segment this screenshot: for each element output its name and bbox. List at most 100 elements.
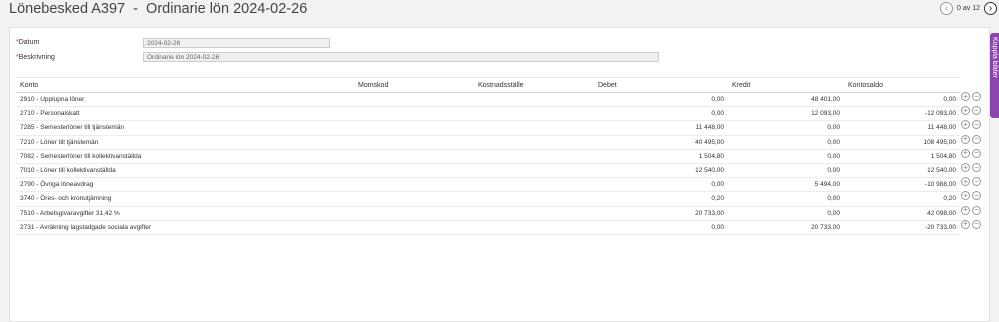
cell-debet[interactable]: 0,00 xyxy=(594,92,728,108)
cell-momskod[interactable] xyxy=(354,135,474,150)
cell-konto[interactable]: 2710 - Personalskatt xyxy=(16,106,354,122)
remove-row-icon[interactable]: − xyxy=(972,177,981,187)
cell-kredit[interactable]: 0,00 xyxy=(728,120,844,136)
cell-debet[interactable]: 0,00 xyxy=(594,220,728,235)
column-konto[interactable]: Konto xyxy=(16,77,354,93)
cell-kostnadsstalle[interactable] xyxy=(474,120,594,136)
remove-row-icon[interactable]: − xyxy=(972,205,981,215)
cell-kontosaldo[interactable]: -10 988,00 xyxy=(844,177,960,193)
table-row[interactable]: 3740 - Öres- och kronutjämning 0,20 0,00 0,… xyxy=(16,191,960,207)
cell-konto[interactable]: 7082 - Semesterlöner till kollektivanstä… xyxy=(16,149,354,164)
remove-row-icon[interactable]: − xyxy=(972,219,981,229)
add-row-icon[interactable]: + xyxy=(961,163,970,172)
cell-konto[interactable]: 2910 - Upplupna löner xyxy=(16,92,354,108)
column-kredit[interactable]: Kredit xyxy=(728,77,844,93)
cell-konto[interactable]: 7510 - Arbetsgivaravgifter 31,42 % xyxy=(16,206,354,221)
cell-debet[interactable]: 0,00 xyxy=(594,106,728,122)
column-debet[interactable]: Debet xyxy=(594,77,728,93)
add-row-icon[interactable]: + xyxy=(961,106,970,116)
cell-kostnadsstalle[interactable] xyxy=(474,220,594,235)
remove-row-icon[interactable]: − xyxy=(972,120,981,130)
remove-row-icon[interactable]: − xyxy=(972,191,981,201)
cell-momskod[interactable] xyxy=(354,206,474,221)
cell-kredit[interactable]: 0,00 xyxy=(728,149,844,164)
table-row[interactable]: 7010 - Löner till kollektivanställda 12 5… xyxy=(16,163,960,179)
cell-kostnadsstalle[interactable] xyxy=(474,149,594,164)
cell-debet[interactable]: 20 733,00 xyxy=(594,206,728,221)
add-row-icon[interactable]: + xyxy=(961,177,970,187)
cell-kredit[interactable]: 0,00 xyxy=(728,191,844,207)
cell-kostnadsstalle[interactable] xyxy=(474,177,594,193)
add-row-icon[interactable]: + xyxy=(961,205,970,215)
cell-momskod[interactable] xyxy=(354,149,474,164)
next-page-button[interactable]: › xyxy=(984,2,997,15)
cell-konto[interactable]: 7210 - Löner till tjänstemän xyxy=(16,135,354,150)
cell-kredit[interactable]: 12 093,00 xyxy=(728,106,844,122)
cell-konto[interactable]: 2731 - Avräkning lagstadgade sociala avg… xyxy=(16,220,354,235)
add-row-icon[interactable]: + xyxy=(961,191,970,201)
table-row[interactable]: 7510 - Arbetsgivaravgifter 31,42 % 20 733… xyxy=(16,206,960,221)
datum-field[interactable]: 2024-02-26 xyxy=(143,38,330,48)
cell-momskod[interactable] xyxy=(354,106,474,122)
add-row-icon[interactable]: + xyxy=(961,219,970,229)
cell-kostnadsstalle[interactable] xyxy=(474,191,594,207)
cell-debet[interactable]: 12 540,00 xyxy=(594,163,728,179)
cell-kredit[interactable]: 20 733,00 xyxy=(728,220,844,235)
remove-row-icon[interactable]: − xyxy=(972,148,981,158)
cell-momskod[interactable] xyxy=(354,220,474,235)
cell-kredit[interactable]: 0,00 xyxy=(728,206,844,221)
cell-kostnadsstalle[interactable] xyxy=(474,106,594,122)
beskrivning-field[interactable]: Ordinarie lön 2024-02-26 xyxy=(143,52,659,62)
cell-konto[interactable]: 3740 - Öres- och kronutjämning xyxy=(16,191,354,207)
cell-debet[interactable]: 1 504,80 xyxy=(594,149,728,164)
koppla-bilder-tab[interactable]: Koppla bilder xyxy=(990,33,999,118)
previous-page-button[interactable]: ‹ xyxy=(940,2,954,15)
cell-momskod[interactable] xyxy=(354,120,474,136)
cell-debet[interactable]: 11 448,00 xyxy=(594,120,728,136)
cell-kredit[interactable]: 0,00 xyxy=(728,135,844,150)
cell-kontosaldo[interactable]: 42 098,00 xyxy=(844,206,960,221)
cell-debet[interactable]: 0,00 xyxy=(594,177,728,193)
table-row[interactable]: 2710 - Personalskatt 0,00 12 093,00 -12 093… xyxy=(16,106,960,122)
table-row[interactable]: 7210 - Löner till tjänstemän 40 495,00 0,0… xyxy=(16,135,960,150)
cell-momskod[interactable] xyxy=(354,177,474,193)
add-row-icon[interactable]: + xyxy=(961,134,970,144)
cell-kontosaldo[interactable]: 108 495,00 xyxy=(844,135,960,150)
cell-kostnadsstalle[interactable] xyxy=(474,92,594,108)
cell-momskod[interactable] xyxy=(354,191,474,207)
column-kontosaldo[interactable]: Kontosaldo xyxy=(844,77,960,93)
remove-row-icon[interactable]: − xyxy=(972,92,981,101)
cell-kontosaldo[interactable]: -20 733,00 xyxy=(844,220,960,235)
cell-debet[interactable]: 0,20 xyxy=(594,191,728,207)
cell-momskod[interactable] xyxy=(354,92,474,108)
remove-row-icon[interactable]: − xyxy=(972,134,981,144)
cell-kredit[interactable]: 5 494,00 xyxy=(728,177,844,193)
add-row-icon[interactable]: + xyxy=(961,120,970,130)
cell-konto[interactable]: 7285 - Semesterlöner till tjänstemän xyxy=(16,120,354,136)
table-row[interactable]: 7082 - Semesterlöner till kollektivanstä… xyxy=(16,149,960,164)
cell-kontosaldo[interactable]: 0,00 xyxy=(844,92,960,108)
remove-row-icon[interactable]: − xyxy=(972,163,981,172)
cell-kostnadsstalle[interactable] xyxy=(474,135,594,150)
table-row[interactable]: 2731 - Avräkning lagstadgade sociala avg… xyxy=(16,220,960,235)
cell-kontosaldo[interactable]: -12 093,00 xyxy=(844,106,960,122)
cell-kredit[interactable]: 48 401,00 xyxy=(728,92,844,108)
cell-kontosaldo[interactable]: 12 540,00 xyxy=(844,163,960,179)
cell-konto[interactable]: 7010 - Löner till kollektivanställda xyxy=(16,163,354,179)
add-row-icon[interactable]: + xyxy=(961,148,970,158)
table-row[interactable]: 2910 - Upplupna löner 0,00 48 401,00 0,00 xyxy=(16,92,960,108)
add-row-icon[interactable]: + xyxy=(961,92,970,101)
remove-row-icon[interactable]: − xyxy=(972,106,981,116)
cell-kontosaldo[interactable]: 1 504,80 xyxy=(844,149,960,164)
cell-debet[interactable]: 40 495,00 xyxy=(594,135,728,150)
cell-kredit[interactable]: 0,00 xyxy=(728,163,844,179)
cell-kostnadsstalle[interactable] xyxy=(474,163,594,179)
cell-kostnadsstalle[interactable] xyxy=(474,206,594,221)
column-kostnadsstalle[interactable]: Kostnadsställe xyxy=(474,77,594,93)
cell-konto[interactable]: 2790 - Övriga löneavdrag xyxy=(16,177,354,193)
table-row[interactable]: 7285 - Semesterlöner till tjänstemän 11 4… xyxy=(16,120,960,136)
column-momskod[interactable]: Momskod xyxy=(354,77,474,93)
cell-momskod[interactable] xyxy=(354,163,474,179)
cell-kontosaldo[interactable]: 11 448,00 xyxy=(844,120,960,136)
cell-kontosaldo[interactable]: 0,20 xyxy=(844,191,960,207)
